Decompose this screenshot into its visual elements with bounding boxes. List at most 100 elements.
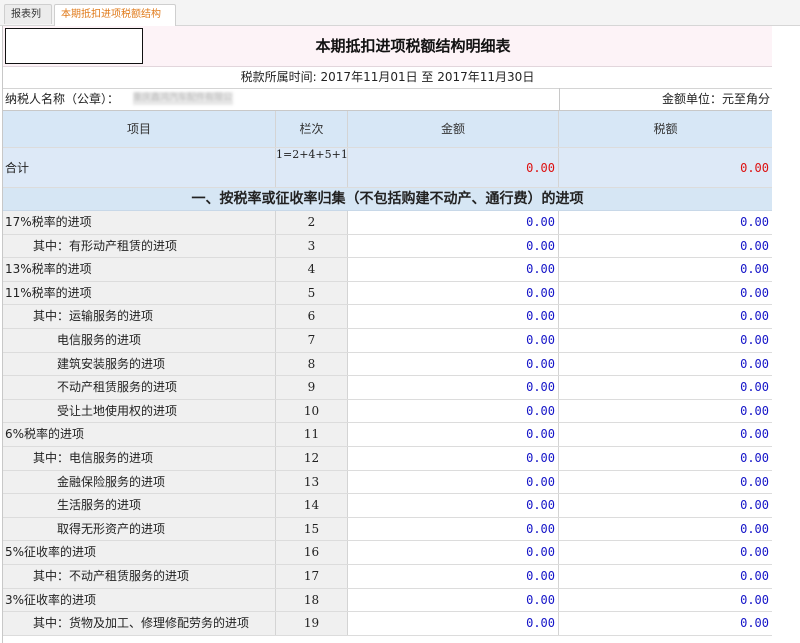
row-line-number: 10 — [276, 399, 348, 423]
table-row: 电信服务的进项 7 0.00 0.00 — [3, 329, 772, 353]
table-row: 17%税率的进项 2 0.00 0.00 — [3, 211, 772, 235]
table-row: 其中：不动产租赁服务的进项 17 0.00 0.00 — [3, 565, 772, 589]
title-row: 本期抵扣进项税额结构明细表 — [3, 26, 772, 67]
table-row: 13%税率的进项 4 0.00 0.00 — [3, 258, 772, 282]
row-line-number: 16 — [276, 541, 348, 564]
row-amount-input[interactable]: 0.00 — [348, 612, 559, 635]
table-row: 11%税率的进项 5 0.00 0.00 — [3, 281, 772, 306]
row-tax-input[interactable]: 0.00 — [559, 352, 772, 376]
row-tax-input[interactable]: 0.00 — [559, 376, 772, 399]
row-tax-input[interactable]: 0.00 — [559, 565, 772, 588]
row-amount-input[interactable]: 0.00 — [348, 541, 559, 564]
unit-divider — [559, 88, 560, 110]
row-amount-input[interactable]: 0.00 — [348, 281, 559, 305]
row-item-label: 其中：运输服务的进项 — [3, 305, 276, 328]
row-tax-input[interactable]: 0.00 — [559, 258, 772, 281]
row-tax-input[interactable]: 0.00 — [559, 399, 772, 423]
total-amount: 0.00 — [348, 148, 559, 187]
row-amount-input[interactable]: 0.00 — [348, 565, 559, 588]
row-item-label: 3%征收率的进项 — [3, 588, 276, 612]
table-row: 建筑安装服务的进项 8 0.00 0.00 — [3, 352, 772, 377]
row-tax-input[interactable]: 0.00 — [559, 211, 772, 234]
row-amount-input[interactable]: 0.00 — [348, 376, 559, 399]
row-item-label: 其中：不动产租赁服务的进项 — [3, 565, 276, 588]
header-line: 栏次 — [276, 111, 348, 147]
row-amount-input[interactable]: 0.00 — [348, 211, 559, 234]
row-line-number: 19 — [276, 612, 348, 635]
input-tax-table: 项目 栏次 金额 税额 合计 1=2+4+5+11+16+18+27+29+30… — [3, 111, 772, 643]
tab-report-list[interactable]: 报表列表 — [4, 4, 52, 40]
row-line-number: 18 — [276, 588, 348, 612]
row-amount-input[interactable]: 0.00 — [348, 494, 559, 517]
table-row: 其中：有形动产租赁的进项 3 0.00 0.00 — [3, 234, 772, 259]
row-amount-input[interactable]: 0.00 — [348, 258, 559, 281]
row-item-label: 不动产租赁服务的进项 — [3, 376, 276, 399]
amount-unit-label: 金额单位：元至角分 — [661, 92, 770, 106]
form-title: 本期抵扣进项税额结构明细表 — [315, 37, 511, 55]
row-line-number: 12 — [276, 447, 348, 470]
row-line-number: 14 — [276, 494, 348, 517]
row-item-label: 11%税率的进项 — [3, 281, 276, 305]
tab-input-tax-structure[interactable]: 本期抵扣进项税额结构明细表 — [54, 4, 176, 40]
header-item: 项目 — [3, 111, 276, 147]
row-tax-input[interactable]: 0.00 — [559, 612, 772, 635]
row-tax-input[interactable]: 0.00 — [559, 281, 772, 305]
table-row: 其中：运输服务的进项 6 0.00 0.00 — [3, 305, 772, 329]
row-tax-input[interactable]: 0.00 — [559, 470, 772, 494]
total-label: 合计 — [3, 148, 276, 187]
row-amount-input[interactable]: 0.00 — [348, 234, 559, 258]
table-row: 不动产租赁服务的进项 9 0.00 0.00 — [3, 376, 772, 400]
row-amount-input[interactable]: 0.00 — [348, 447, 559, 470]
row-line-number: 3 — [276, 234, 348, 258]
row-line-number: 9 — [276, 376, 348, 399]
report-sheet: 本期抵扣进项税额结构明细表 税款所属时间: 2017年11月01日 至 2017… — [2, 26, 773, 643]
row-amount-input[interactable]: 0.00 — [348, 399, 559, 423]
row-line-number: 6 — [276, 305, 348, 328]
row-amount-input[interactable]: 0.00 — [348, 588, 559, 612]
row-amount-input[interactable]: 0.00 — [348, 423, 559, 446]
row-item-label: 金融保险服务的进项 — [3, 470, 276, 494]
table-row: 生活服务的进项 14 0.00 0.00 — [3, 494, 772, 518]
total-tax: 0.00 — [559, 148, 772, 187]
row-item-label: 受让土地使用权的进项 — [3, 399, 276, 423]
row-line-number: 2 — [276, 211, 348, 234]
row-amount-input[interactable]: 0.00 — [348, 470, 559, 494]
row-line-number: 8 — [276, 352, 348, 376]
row-line-number: 13 — [276, 470, 348, 494]
row-tax-input[interactable]: 0.00 — [559, 588, 772, 612]
row-tax-input[interactable]: 0.00 — [559, 517, 772, 541]
row-item-label: 建筑安装服务的进项 — [3, 352, 276, 376]
row-tax-input[interactable]: 0.00 — [559, 447, 772, 470]
table-row: 金融保险服务的进项 13 0.00 0.00 — [3, 470, 772, 495]
tax-period: 税款所属时间: 2017年11月01日 至 2017年11月30日 — [3, 66, 772, 89]
taxpayer-name-redacted: 重庆鑫鸿汽车配件有限公司 — [133, 92, 233, 105]
row-item-label: 电信服务的进项 — [3, 329, 276, 352]
table-row: 3%征收率的进项 18 0.00 0.00 — [3, 588, 772, 613]
row-item-label: 生活服务的进项 — [3, 494, 276, 517]
row-tax-input[interactable]: 0.00 — [559, 423, 772, 446]
stamp-box — [5, 28, 143, 64]
row-line-number: 4 — [276, 258, 348, 281]
row-amount-input[interactable]: 0.00 — [348, 352, 559, 376]
row-amount-input[interactable]: 0.00 — [348, 517, 559, 541]
right-margin — [772, 26, 800, 643]
row-amount-input[interactable]: 0.00 — [348, 305, 559, 328]
header-amount: 金额 — [348, 111, 559, 147]
row-line-number: 7 — [276, 329, 348, 352]
row-line-number: 11 — [276, 423, 348, 446]
taxpayer-label: 纳税人名称（公章）： — [5, 92, 120, 106]
table-row: 受让土地使用权的进项 10 0.00 0.00 — [3, 399, 772, 424]
row-tax-input[interactable]: 0.00 — [559, 541, 772, 564]
row-item-label: 其中：电信服务的进项 — [3, 447, 276, 470]
row-tax-input[interactable]: 0.00 — [559, 329, 772, 352]
row-tax-input[interactable]: 0.00 — [559, 494, 772, 517]
row-item-label: 5%征收率的进项 — [3, 541, 276, 564]
row-tax-input[interactable]: 0.00 — [559, 305, 772, 328]
header-tax: 税额 — [559, 111, 772, 147]
table-row: 5%征收率的进项 16 0.00 0.00 — [3, 541, 772, 565]
row-amount-input[interactable]: 0.00 — [348, 329, 559, 352]
row-tax-input[interactable]: 0.00 — [559, 234, 772, 258]
table-row: 6%税率的进项 11 0.00 0.00 — [3, 423, 772, 447]
row-item-label: 取得无形资产的进项 — [3, 517, 276, 541]
table-row: 其中：电信服务的进项 12 0.00 0.00 — [3, 447, 772, 471]
